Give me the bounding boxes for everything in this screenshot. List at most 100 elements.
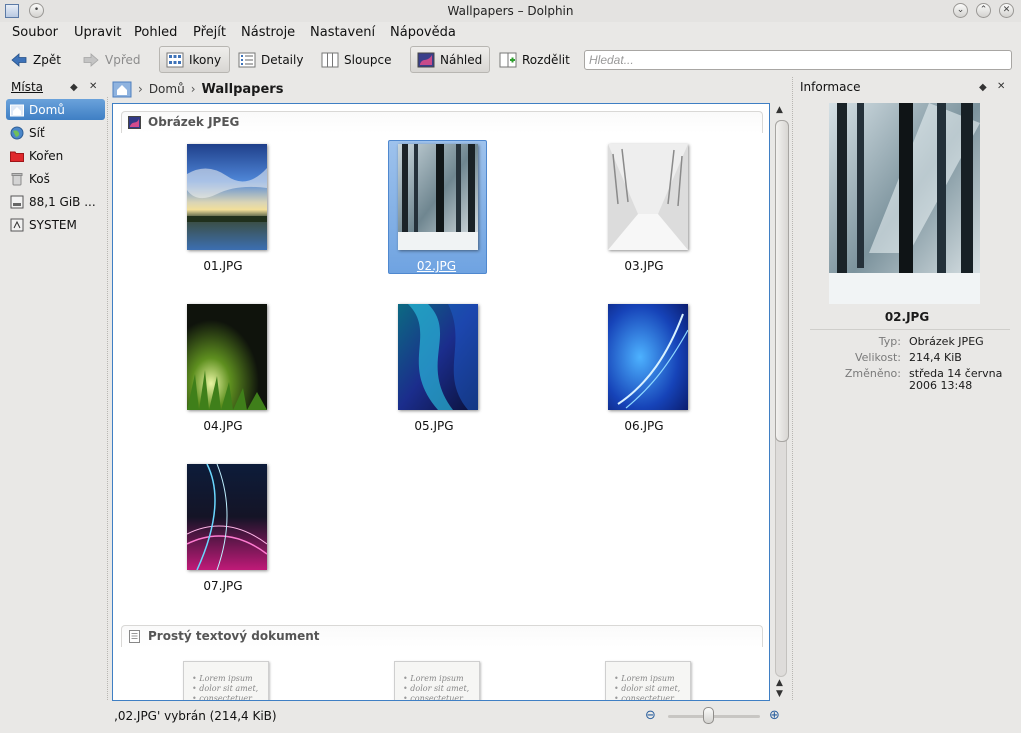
- image-thumbnail: [398, 144, 478, 250]
- info-filename: 02.JPG: [884, 310, 930, 324]
- menu-edit[interactable]: Upravit: [74, 25, 121, 40]
- details-view-icon: [238, 52, 256, 67]
- menu-help[interactable]: Nápověda: [390, 25, 456, 40]
- home-icon: [10, 104, 24, 116]
- drive-icon: [10, 218, 24, 231]
- place-label: SYSTEM: [29, 217, 77, 232]
- forward-label: Vpřed: [105, 52, 141, 67]
- title-bar: • Wallpapers – Dolphin ⌄ ⌃ ✕: [0, 0, 1021, 22]
- icons-view-button[interactable]: Ikony: [159, 46, 230, 73]
- file-view[interactable]: Obrázek JPEG 01.JPG 02.JPG 03.JPG 04.JPG…: [112, 103, 770, 701]
- vertical-scrollbar[interactable]: ▲ ▲ ▼: [774, 103, 790, 701]
- scroll-up-icon[interactable]: ▲: [776, 105, 783, 115]
- zoom-in-icon[interactable]: ⊕: [769, 708, 780, 723]
- folder-red-icon: [10, 151, 24, 162]
- info-splitter[interactable]: [792, 77, 795, 700]
- places-splitter[interactable]: [107, 97, 110, 700]
- text-document-thumbnail[interactable]: Lorem ipsumdolor sit amet,consectetuer: [605, 661, 691, 700]
- image-thumbnail: [187, 144, 267, 250]
- places-close-icon[interactable]: ✕: [89, 81, 97, 92]
- file-name: 05.JPG: [414, 419, 454, 433]
- group-header-jpeg: Obrázek JPEG: [121, 111, 763, 133]
- info-float-icon[interactable]: ◆: [979, 82, 987, 93]
- back-button[interactable]: Zpět: [4, 46, 67, 73]
- info-preview-image: [829, 103, 980, 304]
- minimize-button[interactable]: ⌄: [953, 3, 968, 18]
- file-item[interactable]: 06.JPG: [594, 301, 694, 435]
- maximize-button[interactable]: ⌃: [976, 3, 991, 18]
- group-title: Obrázek JPEG: [148, 115, 240, 129]
- split-button[interactable]: Rozdělit: [493, 46, 576, 73]
- zoom-out-icon[interactable]: ⊖: [645, 708, 656, 723]
- file-item[interactable]: 07.JPG: [173, 461, 273, 595]
- columns-view-icon: [321, 52, 339, 67]
- split-icon: [499, 52, 517, 67]
- menu-go[interactable]: Přejít: [193, 25, 226, 40]
- menu-view[interactable]: Pohled: [134, 25, 177, 40]
- file-item[interactable]: 05.JPG: [384, 301, 484, 435]
- scroll-up-icon[interactable]: ▲: [776, 678, 783, 688]
- scrollbar-thumb[interactable]: [775, 120, 789, 442]
- preview-label: Náhled: [440, 52, 483, 67]
- place-drive-data[interactable]: 88,1 GiB ...: [6, 191, 105, 212]
- details-view-button[interactable]: Detaily: [232, 46, 309, 73]
- menu-bar: Soubor Upravit Pohled Přejít Nástroje Na…: [0, 22, 1021, 44]
- place-root[interactable]: Kořen: [6, 145, 105, 166]
- trash-icon: [11, 172, 23, 185]
- menu-tools[interactable]: Nástroje: [241, 25, 295, 40]
- icons-view-icon: [166, 52, 184, 67]
- place-label: Domů: [29, 102, 65, 117]
- place-trash[interactable]: Koš: [6, 168, 105, 189]
- place-drive-system[interactable]: SYSTEM: [6, 214, 105, 235]
- zoom-slider-handle[interactable]: [703, 707, 714, 724]
- icons-view-label: Ikony: [189, 52, 222, 67]
- preview-button[interactable]: Náhled: [410, 46, 490, 73]
- network-icon: [10, 126, 24, 139]
- file-item[interactable]: 01.JPG: [173, 141, 273, 275]
- places-float-icon[interactable]: ◆: [70, 82, 78, 93]
- place-label: Kořen: [29, 148, 64, 163]
- scroll-down-icon[interactable]: ▼: [776, 689, 783, 699]
- arrow-left-icon: [11, 52, 27, 67]
- home-icon[interactable]: [112, 80, 132, 98]
- text-document-thumbnail[interactable]: Lorem ipsumdolor sit amet,consectetuer: [394, 661, 480, 700]
- file-item-selected[interactable]: 02.JPG: [388, 140, 487, 274]
- places-title: Místa: [11, 80, 43, 94]
- text-document-thumbnail[interactable]: Lorem ipsumdolor sit amet,consectetuer: [183, 661, 269, 700]
- breadcrumb-parent[interactable]: Domů: [149, 82, 185, 96]
- info-modified-value-line2: 2006 13:48: [909, 379, 973, 392]
- details-view-label: Detaily: [261, 52, 304, 67]
- file-item[interactable]: 04.JPG: [173, 301, 273, 435]
- breadcrumb-separator-icon: ›: [138, 82, 143, 96]
- breadcrumb-current[interactable]: Wallpapers: [202, 82, 284, 97]
- info-divider: [810, 329, 1010, 330]
- info-close-icon[interactable]: ✕: [997, 81, 1005, 92]
- file-name: 01.JPG: [203, 259, 243, 273]
- place-label: 88,1 GiB ...: [29, 194, 96, 209]
- file-item[interactable]: 03.JPG: [594, 141, 694, 275]
- place-home[interactable]: Domů: [6, 99, 105, 120]
- info-modified-key: Změněno:: [844, 367, 901, 380]
- group-header-text: Prostý textový dokument: [121, 625, 763, 647]
- place-network[interactable]: Síť: [6, 122, 105, 143]
- forward-button[interactable]: Vpřed: [76, 46, 147, 73]
- menu-file[interactable]: Soubor: [12, 25, 58, 40]
- drive-icon: [10, 195, 24, 208]
- split-label: Rozdělit: [522, 52, 570, 67]
- image-thumbnail: [608, 304, 688, 410]
- menu-settings[interactable]: Nastavení: [310, 25, 375, 40]
- columns-view-label: Sloupce: [344, 52, 392, 67]
- zoom-slider-track[interactable]: [668, 715, 760, 718]
- file-name: 03.JPG: [624, 259, 664, 273]
- status-text: ‚02.JPG' vybrán (214,4 KiB): [114, 709, 277, 723]
- columns-view-button[interactable]: Sloupce: [315, 46, 398, 73]
- back-label: Zpět: [33, 52, 61, 67]
- text-document-icon: [129, 630, 140, 643]
- search-input[interactable]: [584, 50, 1012, 70]
- preview-icon: [417, 52, 435, 67]
- image-thumbnail: [187, 304, 267, 410]
- close-button[interactable]: ✕: [999, 3, 1014, 18]
- info-type-key: Typ:: [878, 335, 901, 348]
- place-label: Koš: [29, 171, 50, 186]
- info-type-value: Obrázek JPEG: [909, 335, 984, 348]
